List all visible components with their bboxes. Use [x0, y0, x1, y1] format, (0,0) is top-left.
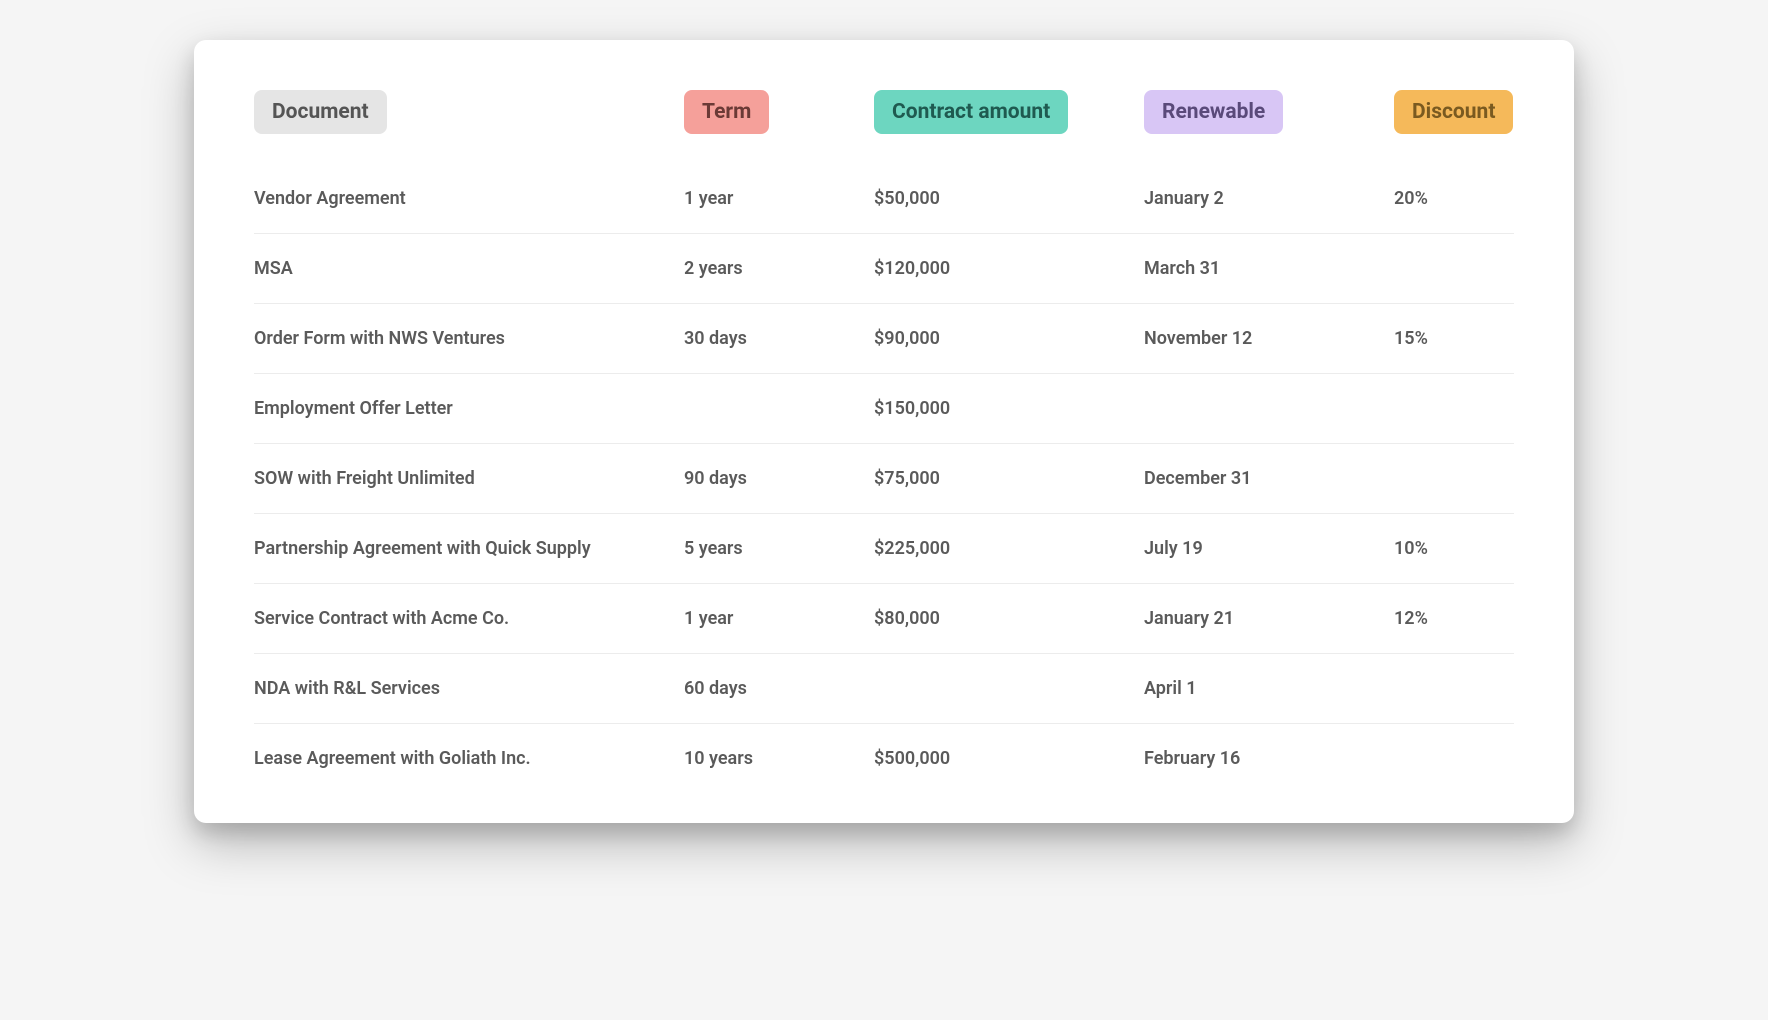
- table-row: NDA with R&L Services60 days April 1: [254, 653, 1514, 723]
- cell-document: Lease Agreement with Goliath Inc.: [254, 748, 684, 769]
- table-body: Vendor Agreement1 year$50,000January 220…: [254, 164, 1514, 793]
- cell-contract_amount: $90,000: [874, 328, 1144, 349]
- cell-document: MSA: [254, 258, 684, 279]
- header-contract-pill: Contract amount: [874, 90, 1068, 134]
- cell-document: Partnership Agreement with Quick Supply: [254, 538, 684, 559]
- cell-renewable: December 31: [1144, 468, 1394, 489]
- cell-document: Order Form with NWS Ventures: [254, 328, 684, 349]
- cell-document: Service Contract with Acme Co.: [254, 608, 684, 629]
- cell-term: 60 days: [684, 678, 874, 699]
- cell-discount: 20%: [1394, 188, 1524, 209]
- cell-document: Vendor Agreement: [254, 188, 684, 209]
- cell-renewable: July 19: [1144, 538, 1394, 559]
- cell-renewable: April 1: [1144, 678, 1394, 699]
- cell-contract_amount: $80,000: [874, 608, 1144, 629]
- cell-renewable: November 12: [1144, 328, 1394, 349]
- cell-term: 2 years: [684, 258, 874, 279]
- document-table-card: Document Term Contract amount Renewable …: [194, 40, 1574, 823]
- cell-renewable: January 21: [1144, 608, 1394, 629]
- table-header-row: Document Term Contract amount Renewable …: [254, 90, 1514, 164]
- table-row: Vendor Agreement1 year$50,000January 220…: [254, 164, 1514, 233]
- cell-term: 1 year: [684, 188, 874, 209]
- cell-document: Employment Offer Letter: [254, 398, 684, 419]
- cell-term: 90 days: [684, 468, 874, 489]
- header-discount-pill: Discount: [1394, 90, 1513, 134]
- cell-discount: 12%: [1394, 608, 1524, 629]
- header-term: Term: [684, 90, 874, 134]
- cell-renewable: February 16: [1144, 748, 1394, 769]
- cell-document: SOW with Freight Unlimited: [254, 468, 684, 489]
- table-row: Lease Agreement with Goliath Inc.10 year…: [254, 723, 1514, 793]
- table-row: Order Form with NWS Ventures30 days$90,0…: [254, 303, 1514, 373]
- cell-discount: 15%: [1394, 328, 1524, 349]
- cell-term: 1 year: [684, 608, 874, 629]
- cell-term: 5 years: [684, 538, 874, 559]
- cell-discount: 10%: [1394, 538, 1524, 559]
- cell-contract_amount: $75,000: [874, 468, 1144, 489]
- header-document-pill: Document: [254, 90, 387, 134]
- table-row: Service Contract with Acme Co.1 year$80,…: [254, 583, 1514, 653]
- header-discount: Discount: [1394, 90, 1524, 134]
- cell-contract_amount: $500,000: [874, 748, 1144, 769]
- cell-contract_amount: $225,000: [874, 538, 1144, 559]
- cell-document: NDA with R&L Services: [254, 678, 684, 699]
- header-renewable-pill: Renewable: [1144, 90, 1283, 134]
- header-renewable: Renewable: [1144, 90, 1394, 134]
- table-row: SOW with Freight Unlimited90 days$75,000…: [254, 443, 1514, 513]
- table-row: MSA2 years$120,000March 31: [254, 233, 1514, 303]
- header-document: Document: [254, 90, 684, 134]
- cell-renewable: March 31: [1144, 258, 1394, 279]
- cell-term: 10 years: [684, 748, 874, 769]
- header-contract-amount: Contract amount: [874, 90, 1144, 134]
- cell-contract_amount: $50,000: [874, 188, 1144, 209]
- cell-contract_amount: $120,000: [874, 258, 1144, 279]
- cell-renewable: January 2: [1144, 188, 1394, 209]
- cell-contract_amount: $150,000: [874, 398, 1144, 419]
- header-term-pill: Term: [684, 90, 769, 134]
- table-row: Partnership Agreement with Quick Supply5…: [254, 513, 1514, 583]
- cell-term: 30 days: [684, 328, 874, 349]
- table-row: Employment Offer Letter $150,000: [254, 373, 1514, 443]
